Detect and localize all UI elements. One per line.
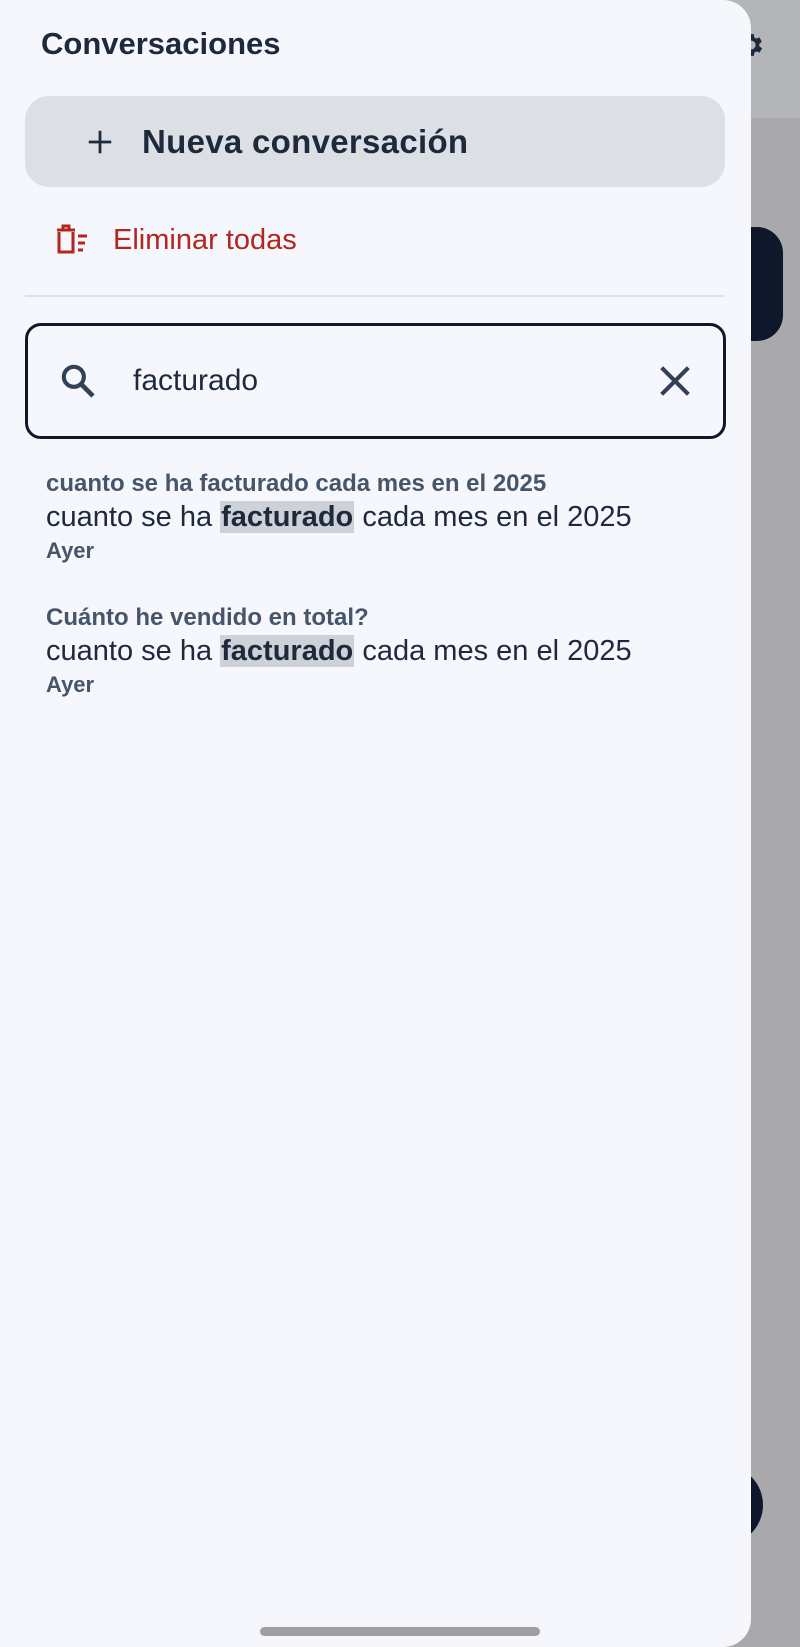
conversation-title: cuanto se ha facturado cada mes en el 20… <box>46 470 547 497</box>
new-conversation-label: Nueva conversación <box>142 122 469 160</box>
snippet-text-after: cada mes en el 2025 <box>354 635 632 667</box>
result-date: Ayer <box>46 672 95 697</box>
search-results-list: cuanto se ha facturado cada mes en el 20… <box>46 470 726 738</box>
snippet-text-before: cuanto se ha <box>46 635 221 667</box>
plus-icon <box>88 130 112 153</box>
search-result-item[interactable]: Cuánto he vendido en total? cuanto se ha… <box>46 604 726 700</box>
snippet-text-after: cada mes en el 2025 <box>354 501 632 533</box>
conversations-drawer: Conversaciones Nueva conversación Elimin… <box>0 0 751 1647</box>
new-conversation-button[interactable]: Nueva conversación <box>25 96 725 187</box>
search-icon <box>61 364 95 398</box>
snippet-text-before: cuanto se ha <box>46 501 221 533</box>
conversation-title: Cuánto he vendido en total? <box>46 604 369 631</box>
search-input[interactable] <box>133 364 655 398</box>
delete-sweep-icon <box>57 224 87 254</box>
delete-all-label: Eliminar todas <box>113 223 297 256</box>
search-result-item[interactable]: cuanto se ha facturado cada mes en el 20… <box>46 470 726 566</box>
message-snippet: cuanto se ha facturado cada mes en el 20… <box>46 632 726 670</box>
message-snippet: cuanto se ha facturado cada mes en el 20… <box>46 498 726 536</box>
search-field[interactable] <box>25 323 726 439</box>
close-icon[interactable] <box>655 361 695 401</box>
drawer-title: Conversaciones <box>41 26 281 61</box>
snippet-match-highlight: facturado <box>220 501 355 533</box>
snippet-match-highlight: facturado <box>220 635 355 667</box>
home-indicator[interactable] <box>260 1627 540 1636</box>
result-date: Ayer <box>46 538 95 563</box>
divider <box>25 295 725 297</box>
delete-all-button[interactable]: Eliminar todas <box>55 218 297 262</box>
